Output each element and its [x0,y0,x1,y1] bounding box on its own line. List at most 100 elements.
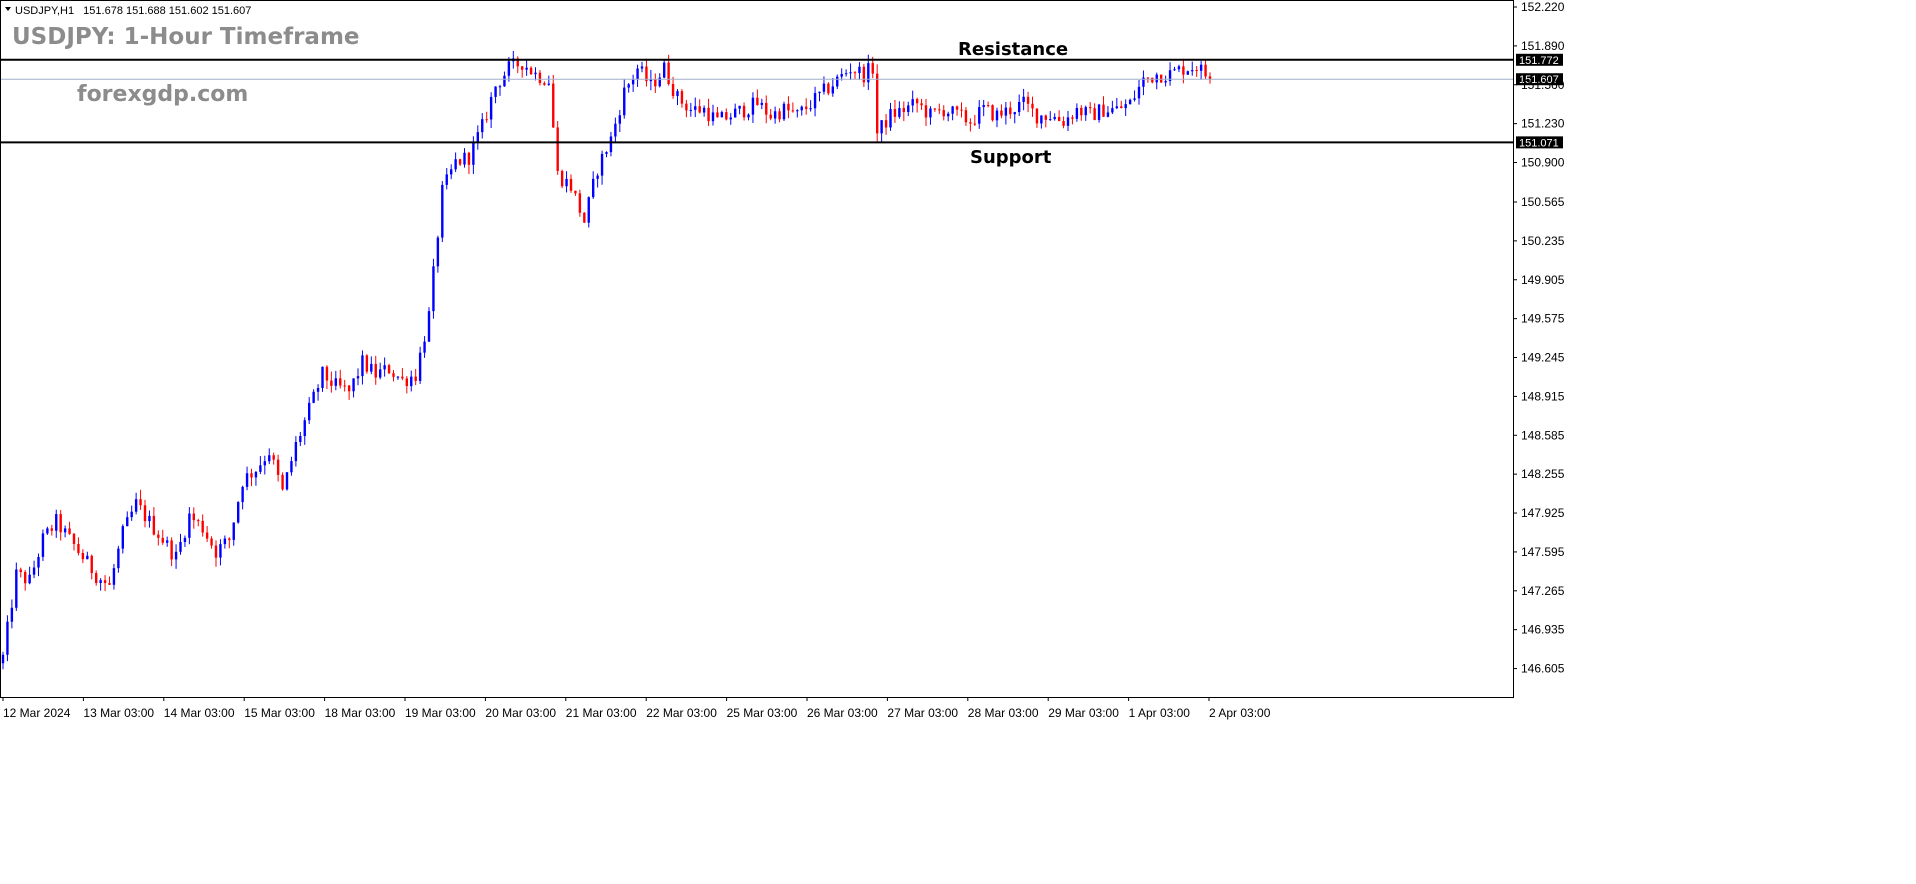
candle-body [942,110,945,117]
y-tick-label: 150.565 [1521,195,1565,209]
candle-body [179,541,182,552]
candle-body [401,376,404,379]
candle-body [330,380,333,386]
candle-body [276,459,280,475]
candle-body [889,109,892,128]
candle-body [765,102,768,115]
candle-body [991,105,994,121]
candle-body [108,583,111,585]
candle-body [63,528,67,533]
candle-body [361,355,364,377]
candle-body [481,119,484,133]
candle-body [192,513,196,521]
candle-body [498,86,502,88]
candle-body [623,87,626,116]
x-tick-label: 25 Mar 03:00 [727,706,798,720]
candle-body [1204,64,1207,77]
candle-body [1186,71,1190,75]
candle-body [707,107,710,122]
candle-body [427,311,431,342]
candle-body [1,654,5,664]
candle-body [1164,81,1167,83]
candle-body [858,66,861,74]
resistance-price-tag-text: 151.772 [1519,55,1559,67]
candle-body [50,528,54,531]
candle-body [600,153,604,176]
candle-body [374,363,377,378]
candle-body [445,174,448,185]
support-price-tag-text: 151.071 [1519,137,1559,149]
candle-body [1151,77,1154,83]
candle-body [929,108,932,118]
candle-body [685,103,688,111]
watermark: forexgdp.com [77,82,248,107]
candle-body [383,365,386,370]
candle-body [698,106,701,113]
y-tick-label: 150.900 [1521,156,1565,170]
candle-body [907,105,910,113]
x-tick-label: 1 Apr 03:00 [1129,706,1191,720]
candle-body [268,455,271,462]
candle-body [520,66,524,70]
candle-body [915,99,919,104]
candle-body [636,68,639,80]
candle-body [339,378,342,386]
x-tick-label: 2 Apr 03:00 [1209,706,1271,720]
candle-body [791,110,795,112]
y-tick-label: 149.575 [1521,312,1565,326]
candle-body [933,108,937,110]
candle-body [343,385,346,387]
candle-body [126,517,129,527]
candle-body [236,502,240,523]
candle-body [272,455,275,460]
candle-body [117,548,120,569]
candle-body [1009,107,1012,115]
candle-body [219,544,222,558]
candle-body [902,108,906,113]
candle-body [325,366,329,381]
x-tick-label: 20 Mar 03:00 [485,706,556,720]
candle-body [631,79,635,85]
candle-body [1159,74,1163,83]
candle-body [716,112,719,118]
candle-body [862,66,866,83]
candle-body [1128,99,1132,105]
candle-body [152,515,156,535]
candle-body [1191,70,1194,72]
candle-body [1080,107,1083,116]
candle-body [352,378,355,392]
candle-body [738,105,741,109]
x-tick-label: 27 Mar 03:00 [887,706,958,720]
x-tick-label: 29 Mar 03:00 [1048,706,1119,720]
candle-body [534,72,537,75]
candle-body [853,72,857,74]
candle-body [609,136,613,153]
candle-body [188,513,191,538]
candle-body [627,84,630,88]
price-chart[interactable]: USDJPY,H1 151.678 151.688 151.602 151.60… [0,0,1916,884]
y-tick-label: 146.605 [1521,662,1565,676]
candle-body [259,465,262,472]
candle-body [205,532,209,539]
candle-body [689,109,693,111]
candle-body [467,152,471,165]
candle-body [560,170,564,187]
candle-body [1013,112,1016,115]
candle-body [81,552,85,560]
candle-body [1106,112,1110,117]
x-axis: 12 Mar 2024 13 Mar 03:00 14 Mar 03:00 15 Ma… [2,697,1271,720]
candle-body [414,376,417,381]
candle-body [263,461,267,466]
candle-body [157,534,160,538]
candle-body [1199,64,1203,71]
candle-body [432,266,435,312]
y-tick-label: 147.925 [1521,506,1565,520]
candle-body [68,528,71,534]
candle-body [920,103,923,106]
candle-body [552,83,555,128]
candle-body [662,62,666,78]
candle-body [503,75,506,87]
candle-body [139,499,142,506]
candle-body [1115,106,1119,109]
chart-title: USDJPY: 1-Hour Timeframe [12,24,360,50]
